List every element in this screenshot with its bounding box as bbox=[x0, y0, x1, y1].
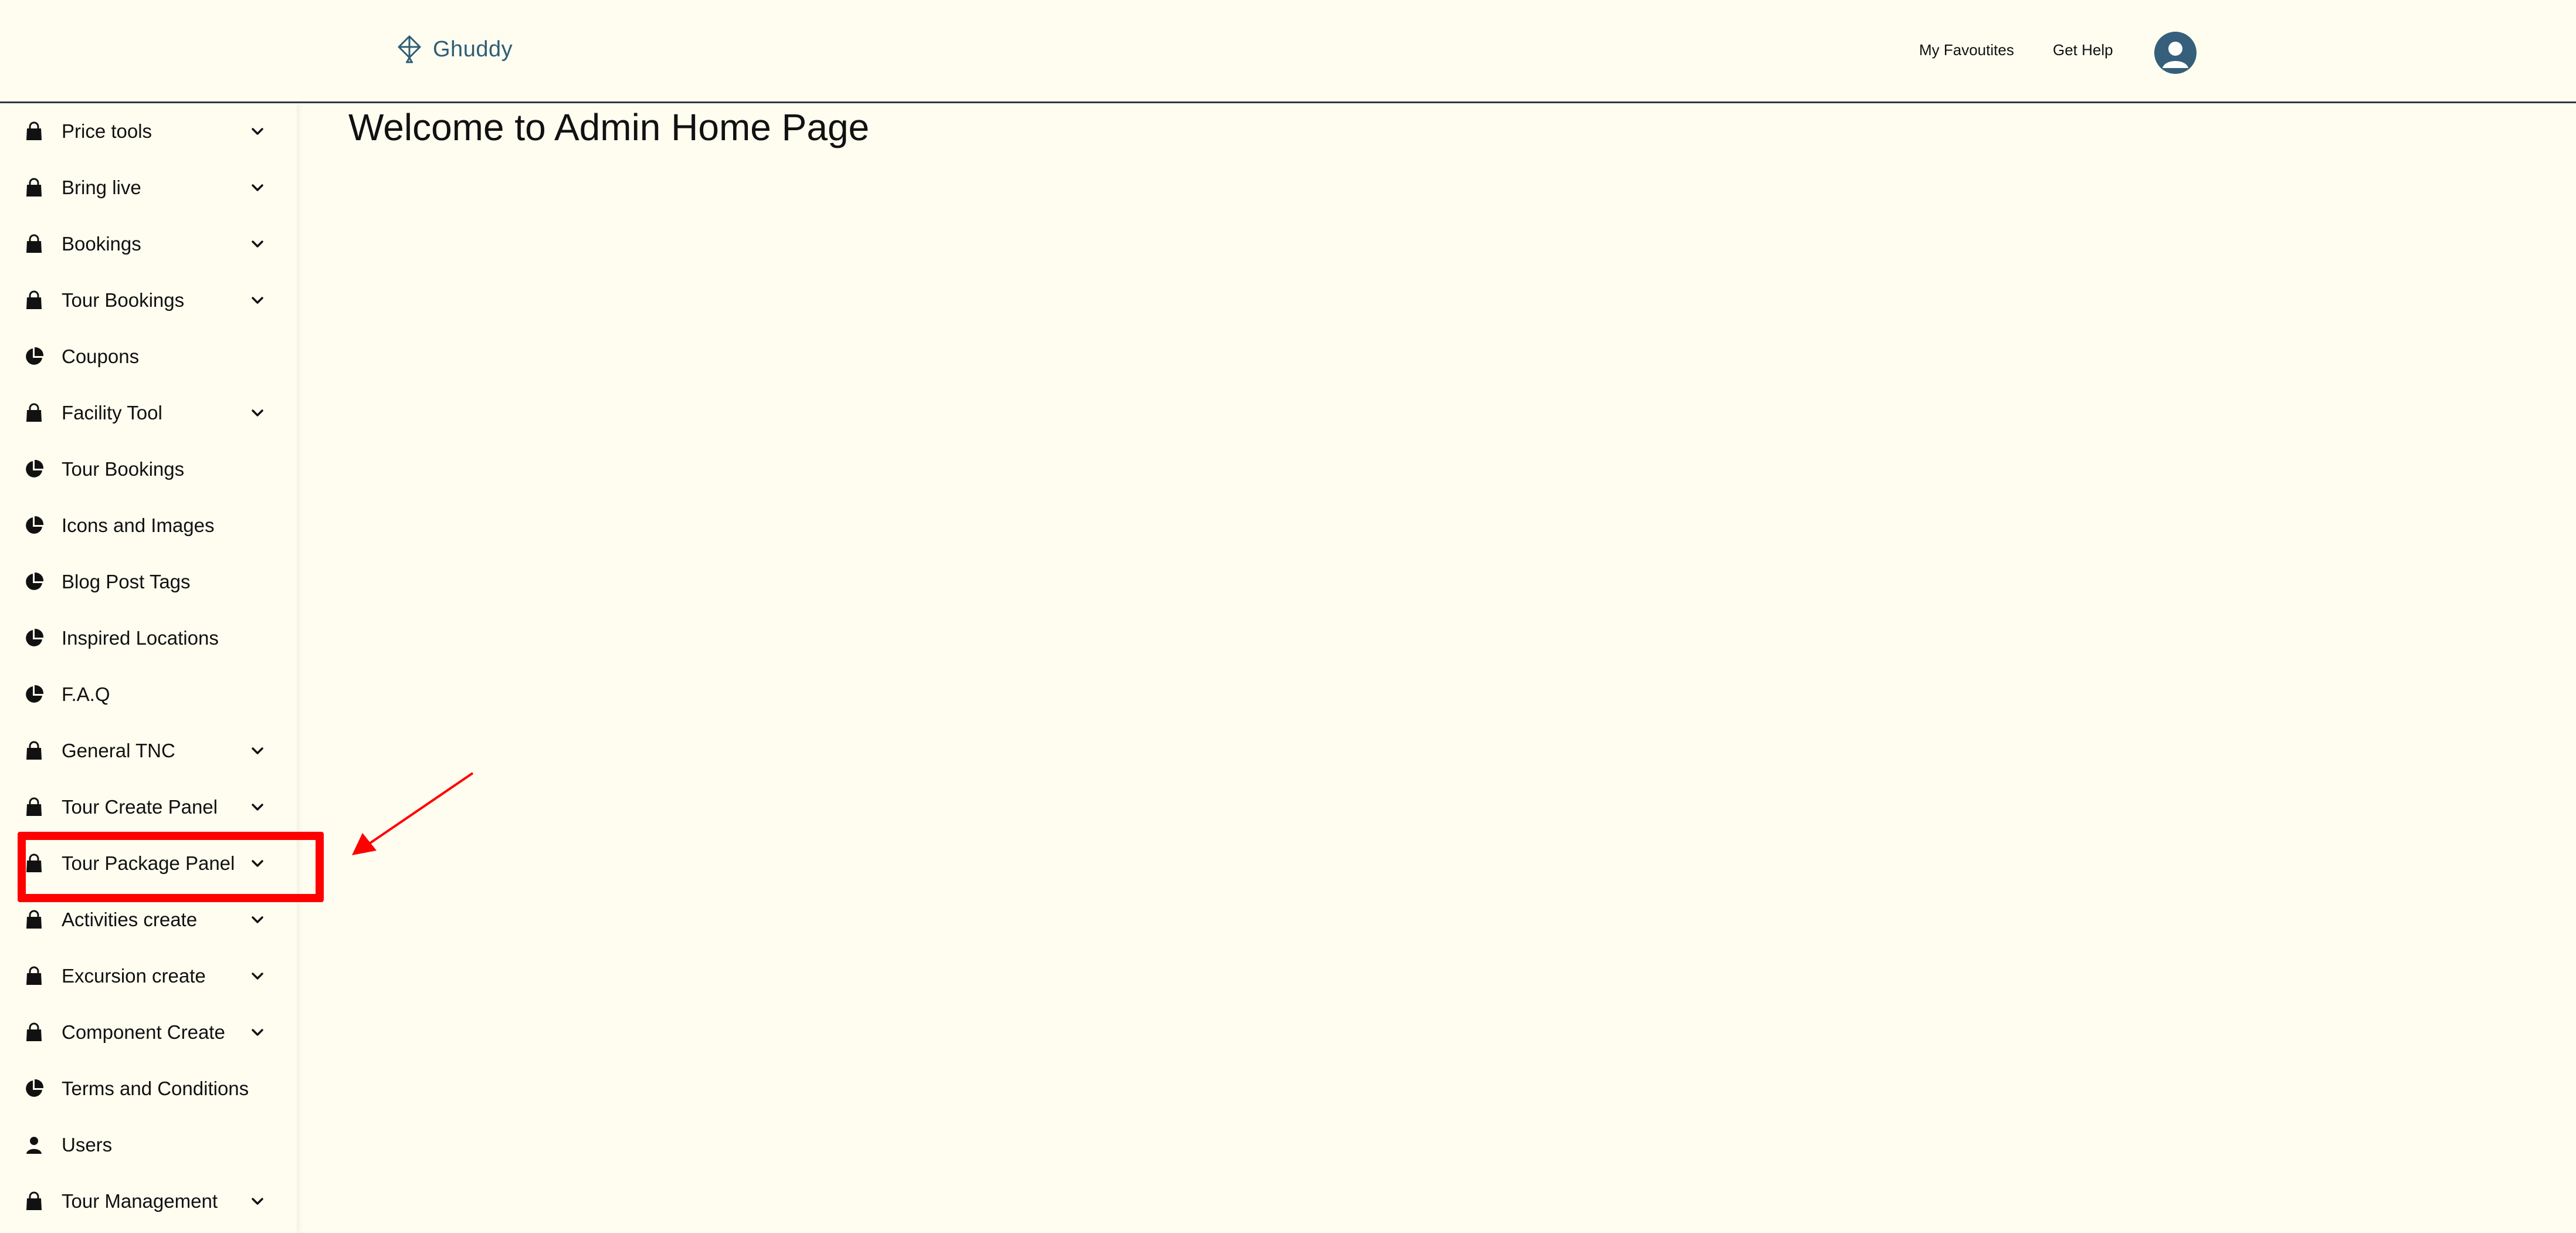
sidebar-item-blog-post-tags[interactable]: Blog Post Tags bbox=[0, 554, 297, 610]
sidebar-item-tour-bookings[interactable]: Tour Bookings bbox=[0, 441, 297, 497]
chevron-down-icon[interactable] bbox=[249, 179, 266, 197]
user-icon bbox=[23, 1134, 45, 1156]
chevron-down-icon[interactable] bbox=[249, 798, 266, 816]
sidebar-item-price-tools[interactable]: Price tools bbox=[0, 103, 297, 160]
my-favourites-link[interactable]: My Favoutites bbox=[1919, 41, 2014, 59]
brand-name: Ghuddy bbox=[433, 36, 513, 62]
bag-icon bbox=[23, 177, 45, 198]
sidebar-item-terms-and-conditions[interactable]: Terms and Conditions bbox=[0, 1061, 297, 1117]
chevron-down-icon[interactable] bbox=[249, 123, 266, 140]
bag-icon bbox=[23, 121, 45, 142]
brand-logo[interactable]: Ghuddy bbox=[394, 34, 513, 65]
sidebar-item-tour-management[interactable]: Tour Management bbox=[0, 1173, 297, 1229]
sidebar-item-label: F.A.Q bbox=[62, 683, 110, 705]
annotation-highlight-box bbox=[18, 832, 324, 902]
sidebar-item-facility-tool[interactable]: Facility Tool bbox=[0, 385, 297, 441]
sidebar-item-component-create[interactable]: Component Create bbox=[0, 1004, 297, 1061]
sidebar-item-coupons[interactable]: Coupons bbox=[0, 328, 297, 385]
top-header: Ghuddy My Favoutites Get Help bbox=[0, 0, 2576, 103]
sidebar-item-label: Tour Management bbox=[62, 1190, 218, 1212]
sidebar: Price tools Bring live Bookings Tour Bookin… bbox=[0, 103, 297, 1233]
sidebar-item-label: Bring live bbox=[62, 177, 141, 198]
sidebar-item-label: Price tools bbox=[62, 120, 152, 142]
page-title: Welcome to Admin Home Page bbox=[348, 106, 870, 148]
sidebar-item-users[interactable]: Users bbox=[0, 1117, 297, 1173]
chevron-down-icon[interactable] bbox=[249, 911, 266, 929]
pie-chart-icon bbox=[23, 571, 45, 592]
sidebar-item-label: Tour Bookings bbox=[62, 458, 185, 480]
sidebar-item-label: Tour Create Panel bbox=[62, 796, 218, 818]
bag-icon bbox=[23, 797, 45, 818]
pie-chart-icon bbox=[23, 346, 45, 367]
chevron-down-icon[interactable] bbox=[249, 1024, 266, 1041]
sidebar-item-bookings[interactable]: Bookings bbox=[0, 216, 297, 272]
bag-icon bbox=[23, 966, 45, 987]
sidebar-item-label: Inspired Locations bbox=[62, 627, 219, 649]
bag-icon bbox=[23, 909, 45, 930]
sidebar-item-label: Facility Tool bbox=[62, 402, 162, 424]
chevron-down-icon[interactable] bbox=[249, 235, 266, 253]
admin-page: Ghuddy My Favoutites Get Help Price tool… bbox=[0, 0, 2576, 1233]
annotation-arrow bbox=[352, 772, 474, 855]
sidebar-item-inspired-locations[interactable]: Inspired Locations bbox=[0, 610, 297, 666]
bag-icon bbox=[23, 233, 45, 255]
sidebar-item-label: Activities create bbox=[62, 909, 198, 930]
pie-chart-icon bbox=[23, 684, 45, 705]
kite-logo-icon bbox=[398, 35, 421, 63]
chevron-down-icon[interactable] bbox=[249, 1193, 266, 1210]
chevron-down-icon[interactable] bbox=[249, 967, 266, 985]
pie-chart-icon bbox=[23, 628, 45, 649]
avatar-person-icon bbox=[2163, 42, 2188, 68]
sidebar-item-label: Component Create bbox=[62, 1021, 225, 1043]
pie-chart-icon bbox=[23, 515, 45, 536]
sidebar-item-tour-bookings[interactable]: Tour Bookings bbox=[0, 272, 297, 328]
sidebar-item-label: Terms and Conditions bbox=[62, 1078, 249, 1099]
bag-icon bbox=[23, 1191, 45, 1212]
chevron-down-icon[interactable] bbox=[249, 742, 266, 760]
sidebar-item-f-a-q[interactable]: F.A.Q bbox=[0, 666, 297, 723]
sidebar-item-icons-and-images[interactable]: Icons and Images bbox=[0, 497, 297, 554]
sidebar-item-tour-create-panel[interactable]: Tour Create Panel bbox=[0, 779, 297, 835]
sidebar-item-label: Blog Post Tags bbox=[62, 571, 191, 592]
sidebar-item-label: Bookings bbox=[62, 233, 141, 255]
sidebar-item-label: Icons and Images bbox=[62, 514, 215, 536]
sidebar-item-label: Tour Bookings bbox=[62, 289, 185, 311]
sidebar-item-label: Excursion create bbox=[62, 965, 206, 987]
sidebar-item-label: Coupons bbox=[62, 345, 140, 367]
pie-chart-icon bbox=[23, 459, 45, 480]
bag-icon bbox=[23, 402, 45, 424]
bag-icon bbox=[23, 290, 45, 311]
sidebar-item-general-tnc[interactable]: General TNC bbox=[0, 723, 297, 779]
get-help-link[interactable]: Get Help bbox=[2053, 41, 2113, 59]
bag-icon bbox=[23, 740, 45, 761]
chevron-down-icon[interactable] bbox=[249, 292, 266, 309]
sidebar-item-label: Users bbox=[62, 1134, 113, 1156]
sidebar-item-excursion-create[interactable]: Excursion create bbox=[0, 948, 297, 1004]
chevron-down-icon[interactable] bbox=[249, 404, 266, 422]
sidebar-item-bring-live[interactable]: Bring live bbox=[0, 160, 297, 216]
pie-chart-icon bbox=[23, 1078, 45, 1099]
bag-icon bbox=[23, 1022, 45, 1043]
user-avatar[interactable] bbox=[2154, 32, 2197, 74]
sidebar-item-label: General TNC bbox=[62, 740, 175, 761]
